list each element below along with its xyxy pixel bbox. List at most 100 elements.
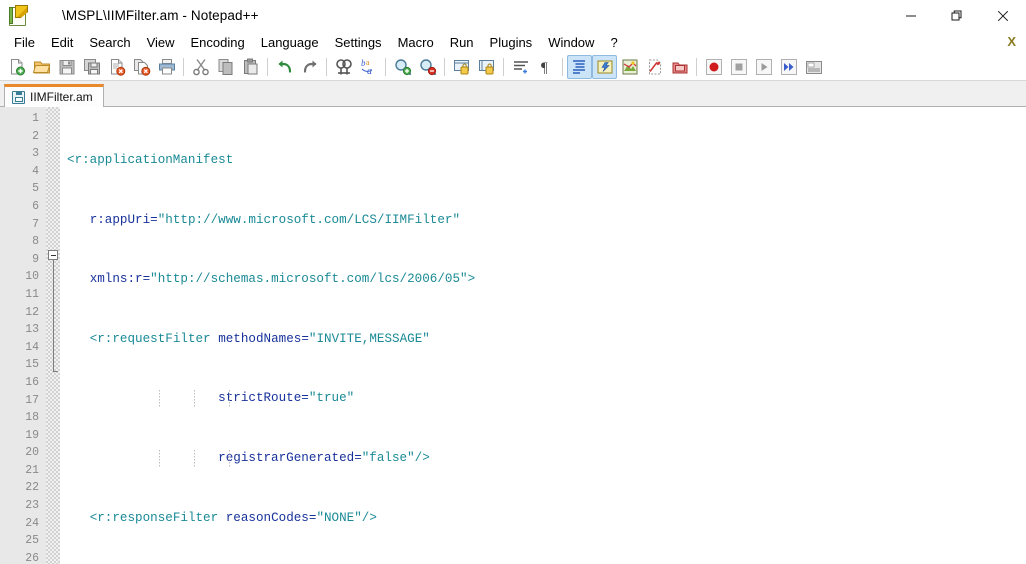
maximize-restore-button[interactable] [934,0,980,32]
line-number: 26 [25,551,39,564]
open-file-icon[interactable] [29,55,54,79]
menu-run[interactable]: Run [442,33,482,53]
fold-toggle-line-9[interactable] [48,250,58,260]
menu-view[interactable]: View [139,33,183,53]
menu-encoding[interactable]: Encoding [183,33,253,53]
menu-settings[interactable]: Settings [327,33,390,53]
line-number: 17 [25,393,39,407]
code-content[interactable]: <r:applicationManifest r:appUri="http://… [60,107,1026,564]
fold-connector [52,260,54,371]
document-tab-bar: IIMFilter.am [0,81,1026,107]
line-number: 10 [25,270,39,284]
user-defined-language-icon[interactable] [617,55,642,79]
line-number: 4 [32,164,39,178]
fold-margin[interactable] [46,107,60,564]
tab-label: IIMFilter.am [30,90,93,104]
function-list-icon[interactable] [667,55,692,79]
run-macro-multiple-icon[interactable] [776,55,801,79]
paste-icon[interactable] [238,55,263,79]
line-number: 12 [25,305,39,319]
notepad-plus-plus-window: \MSPL\IIMFilter.am - Notepad++ File Edit [0,0,1026,564]
menu-macro[interactable]: Macro [390,33,442,53]
toolbar-separator [385,58,386,76]
line-number: 8 [32,235,39,249]
menu-bar: File Edit Search View Encoding Language … [0,32,1026,54]
fold-connector-end [52,371,58,372]
toolbar-separator [326,58,327,76]
save-icon[interactable] [54,55,79,79]
code-line: <r:applicationManifest [67,153,234,167]
line-number: 3 [32,147,39,161]
saved-document-icon [12,90,25,104]
document-map-icon[interactable] [642,55,667,79]
undo-icon[interactable] [272,55,297,79]
line-number: 2 [32,129,39,143]
show-ui-hilite-icon[interactable] [592,55,617,79]
line-number: 24 [25,516,39,530]
toolbar-separator [183,58,184,76]
close-all-files-icon[interactable] [129,55,154,79]
code-line: <r:responseFilter reasonCodes="NONE"/> [89,510,377,525]
line-number-gutter: 1 2 3 4 5 6 7 8 9 10 11 12 13 14 15 16 1… [0,107,46,564]
toolbar-separator [696,58,697,76]
print-icon[interactable] [154,55,179,79]
line-number: 7 [32,217,39,231]
menu-edit[interactable]: Edit [43,33,81,53]
window-controls [888,0,1026,32]
run-icon[interactable] [801,55,826,79]
line-number: 11 [25,287,39,301]
editor-area[interactable]: 1 2 3 4 5 6 7 8 9 10 11 12 13 14 15 16 1… [0,107,1026,564]
copy-icon[interactable] [213,55,238,79]
line-number: 21 [25,463,39,477]
sync-vertical-scroll-icon[interactable] [449,55,474,79]
notepad-plus-plus-icon [8,5,28,26]
minimize-button[interactable] [888,0,934,32]
sync-horizontal-scroll-icon[interactable] [474,55,499,79]
menu-file[interactable]: File [6,33,43,53]
find-icon[interactable] [331,55,356,79]
replace-icon[interactable]: b a a [356,55,381,79]
close-file-icon[interactable] [104,55,129,79]
stop-macro-icon[interactable] [726,55,751,79]
line-number: 14 [25,340,39,354]
line-number: 6 [32,199,39,213]
menu-window[interactable]: Window [540,33,602,53]
record-macro-icon[interactable] [701,55,726,79]
line-number: 5 [32,182,39,196]
show-all-characters-icon[interactable]: ¶ [533,55,558,79]
line-number: 25 [25,534,39,548]
new-file-icon[interactable] [4,55,29,79]
line-number: 1 [32,112,39,125]
code-line: registrarGenerated="false"/> [60,449,1026,468]
toolbar-separator [562,58,563,76]
word-wrap-icon[interactable] [508,55,533,79]
line-number: 22 [25,481,39,495]
save-all-icon[interactable] [79,55,104,79]
window-title: \MSPL\IIMFilter.am - Notepad++ [62,8,259,23]
zoom-in-icon[interactable] [390,55,415,79]
zoom-out-icon[interactable] [415,55,440,79]
toolbar-separator [267,58,268,76]
line-number: 15 [25,358,39,372]
close-button[interactable] [980,0,1026,32]
redo-icon[interactable] [297,55,322,79]
cut-icon[interactable] [188,55,213,79]
svg-text:¶: ¶ [541,60,548,76]
line-number: 13 [25,323,39,337]
play-macro-icon[interactable] [751,55,776,79]
toolbar: b a a ¶ [0,54,1026,81]
menu-help[interactable]: ? [602,33,625,53]
line-number: 19 [25,428,39,442]
line-number: 20 [25,446,39,460]
title-bar: \MSPL\IIMFilter.am - Notepad++ [0,0,1026,32]
line-number: 16 [25,375,39,389]
show-indent-guide-icon[interactable] [567,55,592,79]
code-line: strictRoute="true" [60,390,1026,408]
menu-plugins[interactable]: Plugins [482,33,541,53]
menu-search[interactable]: Search [81,33,138,53]
close-document-button[interactable]: X [1007,34,1016,49]
line-number: 23 [25,499,39,513]
menu-language[interactable]: Language [253,33,327,53]
line-number: 9 [32,252,39,266]
tab-iimfilter-am[interactable]: IIMFilter.am [4,84,104,107]
